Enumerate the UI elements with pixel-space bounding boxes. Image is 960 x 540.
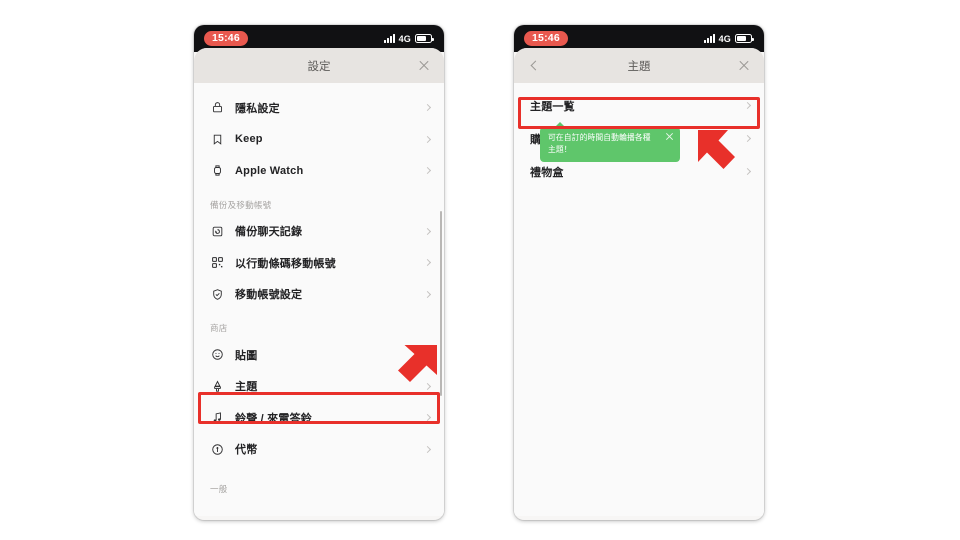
- chevron-right-icon: [423, 445, 432, 453]
- network-label: 4G: [718, 33, 731, 44]
- sidebar-item-account-transfer-settings[interactable]: 移動帳號設定: [194, 279, 444, 311]
- sidebar-item-apple-watch[interactable]: Apple Watch: [194, 155, 444, 187]
- network-label: 4G: [398, 33, 411, 44]
- lock-icon: [210, 100, 225, 115]
- status-indicators: 4G: [703, 33, 754, 44]
- chevron-right-icon: [423, 290, 432, 298]
- list-item-theme-gallery[interactable]: 主題一覧: [514, 89, 764, 122]
- tooltip-text: 可在自訂的時間自動輪播各種主題！: [548, 133, 651, 155]
- sidebar-item-transfer-qr[interactable]: 以行動條碼移動帳號: [194, 247, 444, 279]
- watch-icon: [210, 163, 225, 178]
- page-title: 主題: [627, 60, 651, 73]
- page-title: 設定: [307, 60, 331, 73]
- signal-bars-icon: [383, 34, 395, 43]
- list-item-label: 禮物盒: [530, 166, 564, 179]
- red-arrow-down-left-icon: [381, 341, 441, 397]
- section-header-general: 一般: [210, 484, 228, 494]
- chevron-right-icon: [423, 414, 432, 422]
- sidebar-item-label: 主題: [235, 381, 258, 394]
- backup-icon: [210, 224, 225, 239]
- nav-bar-settings: 設定: [194, 48, 444, 83]
- status-time: 15:46: [204, 30, 248, 47]
- red-arrow-up-left-icon: [694, 126, 754, 182]
- chevron-right-icon: [423, 227, 432, 235]
- chevron-left-icon: [530, 60, 540, 71]
- paint-brush-icon: [210, 379, 225, 394]
- sidebar-item-backup-chats[interactable]: 備份聊天記錄: [194, 216, 444, 248]
- section-header-backup: 備份及移動帳號: [210, 199, 272, 210]
- sidebar-item-coins[interactable]: 代幣: [194, 434, 444, 466]
- sidebar-item-label: 貼圖: [235, 349, 258, 362]
- sidebar-item-label: 以行動條碼移動帳號: [235, 257, 336, 270]
- battery-icon: [735, 34, 754, 43]
- sidebar-item-keep[interactable]: Keep: [194, 124, 444, 156]
- sidebar-item-label: Apple Watch: [235, 164, 304, 177]
- coin-icon: [210, 442, 225, 457]
- close-icon: [738, 60, 750, 72]
- signal-bars-icon: [703, 34, 715, 43]
- status-indicators: 4G: [383, 33, 434, 44]
- theme-sheet: 主題 主題一覧 購買記錄 禮物盒: [514, 48, 764, 516]
- sidebar-item-privacy[interactable]: 隱私設定: [194, 92, 444, 124]
- music-note-icon: [210, 410, 225, 425]
- nav-bar-theme: 主題: [514, 48, 764, 83]
- close-button[interactable]: [734, 56, 754, 76]
- back-button[interactable]: [524, 56, 544, 76]
- shield-check-icon: [210, 287, 225, 302]
- close-icon[interactable]: [665, 132, 674, 141]
- sidebar-item-label: Keep: [235, 133, 263, 146]
- screenshot-stage: 15:46 4G 設定 隱私設定 Keep Apple Watch 備份及移動帳…: [0, 0, 960, 540]
- chevron-right-icon: [423, 104, 432, 112]
- close-button[interactable]: [414, 56, 434, 76]
- close-icon: [418, 60, 430, 72]
- tooltip-pointer: [554, 122, 566, 128]
- bookmark-icon: [210, 132, 225, 147]
- sidebar-item-label: 備份聊天記錄: [235, 226, 303, 239]
- section-header-store: 商店: [210, 323, 228, 333]
- chevron-right-icon: [423, 167, 432, 175]
- chevron-right-icon: [423, 259, 432, 267]
- status-time: 15:46: [524, 30, 568, 47]
- sidebar-item-ringtone[interactable]: 鈴聲 / 來電答鈴: [194, 402, 444, 434]
- tooltip-auto-rotate-theme[interactable]: 可在自訂的時間自動輪播各種主題！: [540, 122, 680, 163]
- chevron-right-icon: [423, 135, 432, 143]
- sidebar-item-label: 代幣: [235, 444, 258, 457]
- qr-code-icon: [210, 255, 225, 270]
- sidebar-item-label: 隱私設定: [235, 102, 280, 115]
- smiley-icon: [210, 347, 225, 362]
- phone-screen-settings: 15:46 4G 設定 隱私設定 Keep Apple Watch 備份及移動帳…: [194, 25, 444, 520]
- list-item-label: 主題一覧: [530, 100, 575, 113]
- sidebar-item-label: 鈴聲 / 來電答鈴: [235, 412, 312, 425]
- sidebar-item-label: 移動帳號設定: [235, 289, 303, 302]
- settings-list[interactable]: 隱私設定 Keep Apple Watch 備份及移動帳號 備份聊天記錄 以行動…: [194, 83, 444, 516]
- settings-sheet: 設定 隱私設定 Keep Apple Watch 備份及移動帳號 備份聊天記錄 …: [194, 48, 444, 516]
- battery-icon: [415, 34, 434, 43]
- phone-screen-theme: 15:46 4G 主題 主題一覧 禮物盒: [514, 25, 764, 520]
- chevron-right-icon: [743, 101, 752, 110]
